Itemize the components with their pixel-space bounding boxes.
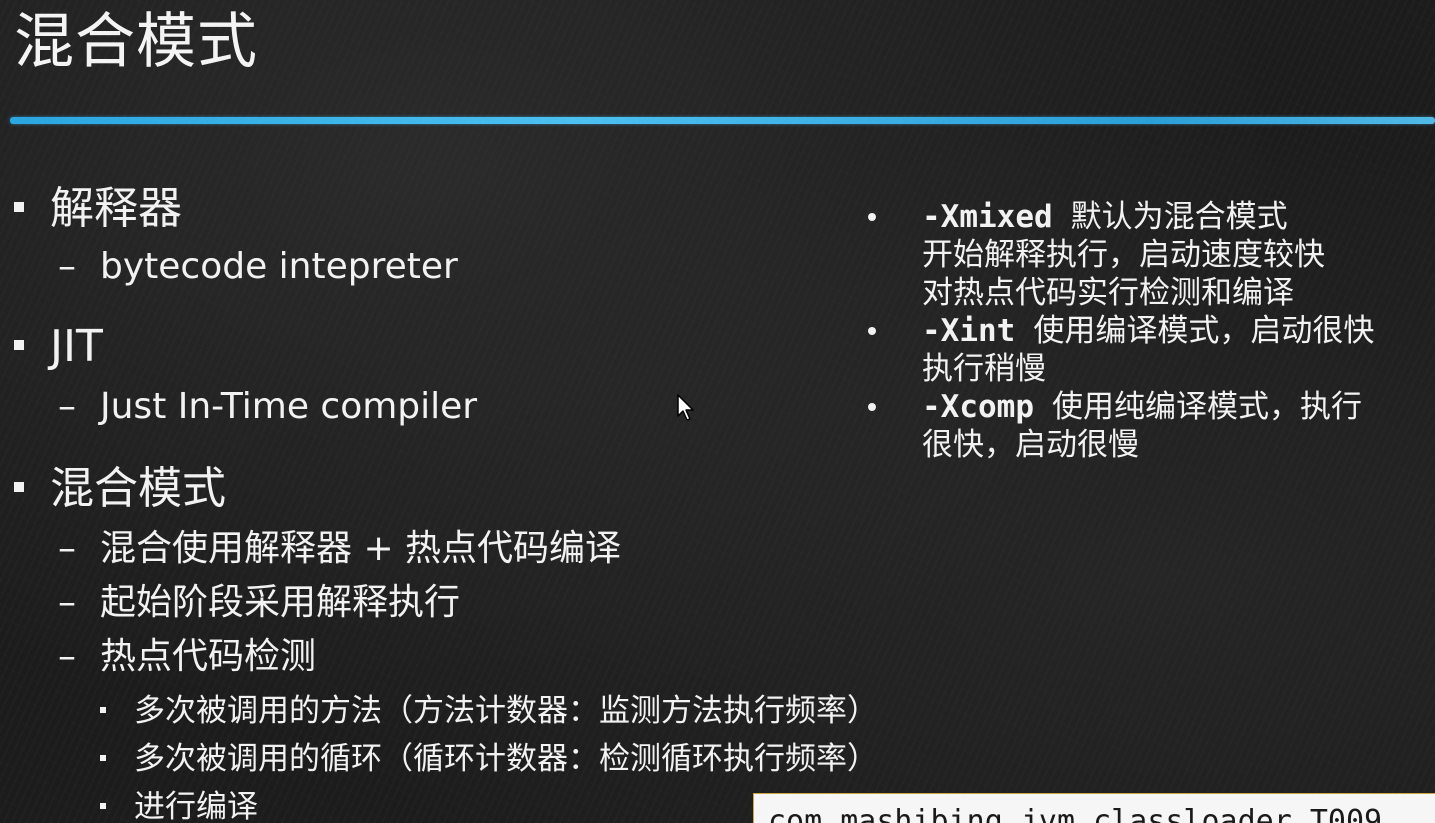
- detail-bullet-1: 多次被调用的方法（方法计数器：监测方法执行频率）: [100, 690, 878, 732]
- bullet-jit: JIT: [14, 320, 103, 374]
- flag-xint-line-2: 执行稍慢: [922, 351, 1046, 387]
- flag-xmixed: -Xmixed: [922, 199, 1053, 235]
- jit-sub: Just In-Time compiler: [100, 386, 478, 427]
- flag-xcomp-line-1: 使用纯编译模式，执行: [1051, 389, 1362, 425]
- flag-xmixed-line-1: 默认为混合模式: [1070, 199, 1288, 235]
- detail-2: 多次被调用的循环（循环计数器：检测循环执行频率）: [134, 741, 878, 777]
- sub-bullet-mixed-1: – 混合使用解释器 + 热点代码编译: [58, 526, 621, 572]
- console-window[interactable]: com.mashibing.jvm.classloader.T009: [753, 793, 1435, 823]
- dash-bullet-icon: –: [58, 582, 76, 623]
- sub-bullet-jit: – Just In-Time compiler: [58, 384, 477, 430]
- square-bullet-icon: [14, 202, 24, 212]
- flag-xmixed-line-2: 开始解释执行，启动速度较快: [922, 237, 1325, 273]
- flag-xint: -Xint: [922, 313, 1016, 349]
- interpreter-heading: 解释器: [50, 183, 182, 234]
- title-divider: [10, 117, 1435, 124]
- flag-item-xint: -Xint 使用编译模式，启动很快 执行稍慢: [868, 312, 1428, 388]
- slide-title: 混合模式: [14, 7, 258, 77]
- round-bullet-icon: [868, 327, 876, 335]
- flag-item-xcomp: -Xcomp 使用纯编译模式，执行 很快，启动很慢: [868, 388, 1428, 464]
- mouse-pointer-icon: [677, 394, 694, 421]
- square-bullet-icon: [14, 340, 24, 350]
- square-bullet-icon: [14, 482, 24, 492]
- flag-xcomp: -Xcomp: [922, 389, 1034, 425]
- console-text: com.mashibing.jvm.classloader.T009: [768, 804, 1383, 823]
- detail-bullet-3: 进行编译: [100, 786, 258, 823]
- interpreter-sub: bytecode intepreter: [100, 246, 458, 287]
- round-bullet-icon: [868, 213, 876, 221]
- small-square-bullet-icon: [100, 706, 106, 713]
- dash-bullet-icon: –: [58, 246, 76, 287]
- mixed-heading: 混合模式: [50, 463, 226, 514]
- jvm-flags-list: -Xmixed 默认为混合模式 开始解释执行，启动速度较快 对热点代码实行检测和编…: [868, 198, 1428, 464]
- mixed-sub-3: 热点代码检测: [100, 636, 317, 677]
- flag-xint-line-1: 使用编译模式，启动很快: [1033, 313, 1375, 349]
- bullet-mixed: 混合模式: [14, 462, 226, 516]
- round-bullet-icon: [868, 403, 876, 411]
- small-square-bullet-icon: [100, 802, 106, 809]
- mixed-sub-1: 混合使用解释器 + 热点代码编译: [100, 528, 622, 569]
- detail-1: 多次被调用的方法（方法计数器：监测方法执行频率）: [134, 693, 878, 729]
- dash-bullet-icon: –: [58, 386, 76, 427]
- detail-3: 进行编译: [134, 789, 258, 823]
- sub-bullet-interpreter: – bytecode intepreter: [58, 244, 458, 290]
- flag-xcomp-line-2: 很快，启动很慢: [922, 427, 1139, 463]
- dash-bullet-icon: –: [58, 636, 76, 677]
- jit-heading: JIT: [50, 321, 103, 372]
- mixed-sub-2: 起始阶段采用解释执行: [100, 582, 461, 623]
- detail-bullet-2: 多次被调用的循环（循环计数器：检测循环执行频率）: [100, 738, 878, 780]
- dash-bullet-icon: –: [58, 528, 76, 569]
- flag-xmixed-line-3: 对热点代码实行检测和编译: [922, 275, 1294, 311]
- flag-item-xmixed: -Xmixed 默认为混合模式 开始解释执行，启动速度较快 对热点代码实行检测和编…: [868, 198, 1428, 312]
- sub-bullet-mixed-2: – 起始阶段采用解释执行: [58, 580, 460, 626]
- bullet-interpreter: 解释器: [14, 182, 182, 236]
- sub-bullet-mixed-3: – 热点代码检测: [58, 634, 316, 680]
- small-square-bullet-icon: [100, 754, 106, 761]
